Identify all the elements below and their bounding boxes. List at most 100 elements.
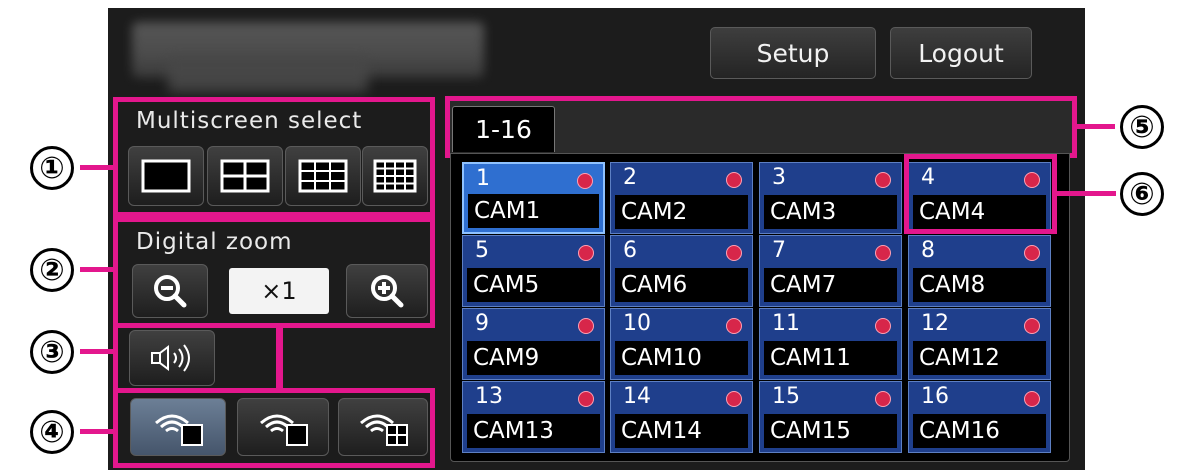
camera-number: 8 [921, 238, 935, 263]
recording-status-icon [577, 173, 593, 189]
recording-status-icon [578, 318, 594, 334]
zoom-in-icon [371, 275, 404, 308]
camera-tile[interactable]: 9 CAM9 [462, 308, 605, 380]
wireless-quad-button[interactable] [338, 398, 428, 456]
camera-tile[interactable]: 6 CAM6 [610, 235, 753, 307]
camera-number: 10 [623, 311, 651, 336]
camera-name: CAM16 [913, 414, 1046, 448]
zoom-level-display: ×1 [229, 268, 329, 314]
wireless-quad-icon [360, 414, 408, 446]
callout-6: ⑥ [1120, 172, 1164, 216]
camera-name: CAM1 [468, 194, 599, 228]
wireless-single-icon [155, 414, 203, 446]
camera-tile[interactable]: 15 CAM15 [759, 381, 902, 453]
recording-status-icon [578, 245, 594, 261]
setup-button[interactable]: Setup [710, 27, 876, 79]
layout-16-button[interactable] [362, 146, 428, 206]
zoom-out-button[interactable] [132, 264, 208, 318]
zoom-in-button[interactable] [346, 264, 428, 318]
callout-5: ⑤ [1120, 105, 1164, 149]
camera-number: 12 [921, 311, 949, 336]
callout-1: ① [30, 146, 74, 190]
camera-number: 2 [623, 165, 637, 190]
recording-status-icon [578, 391, 594, 407]
camera-tile[interactable]: 8 CAM8 [908, 235, 1051, 307]
recording-status-icon [726, 172, 742, 188]
camera-tile[interactable]: 11 CAM11 [759, 308, 902, 380]
callout-2: ② [30, 248, 74, 292]
camera-name: CAM12 [913, 341, 1046, 375]
callout-line [80, 267, 114, 272]
sixteen-screen-icon [373, 159, 417, 193]
camera-tile[interactable]: 3 CAM3 [759, 162, 902, 234]
camera-number: 3 [772, 165, 786, 190]
camera-tile[interactable]: 10 CAM10 [610, 308, 753, 380]
camera-name: CAM15 [764, 414, 897, 448]
camera-tile[interactable]: 2 CAM2 [610, 162, 753, 234]
callout-4: ④ [30, 410, 74, 454]
camera-name: CAM5 [467, 268, 600, 302]
camera-number: 11 [772, 311, 800, 336]
callout-line [1056, 191, 1116, 196]
multiscreen-label: Multiscreen select [136, 108, 363, 134]
camera-name: CAM13 [467, 414, 600, 448]
recording-status-icon [1024, 391, 1040, 407]
digital-zoom-label: Digital zoom [136, 229, 293, 255]
nine-screen-icon [298, 159, 348, 193]
camera-tile[interactable]: 5 CAM5 [462, 235, 605, 307]
tab-1-16[interactable]: 1-16 [452, 106, 555, 152]
camera-name: CAM2 [615, 195, 748, 229]
wireless-single-button[interactable] [130, 398, 226, 456]
callout-3: ③ [30, 330, 74, 374]
recording-status-icon [726, 245, 742, 261]
camera-name: CAM3 [764, 195, 897, 229]
callout-line [80, 349, 114, 354]
camera-name: CAM11 [764, 341, 897, 375]
camera-name: CAM14 [615, 414, 748, 448]
logout-button[interactable]: Logout [890, 27, 1032, 79]
recording-status-icon [1024, 318, 1040, 334]
camera-tile-highlight [904, 154, 1057, 234]
camera-number: 16 [921, 384, 949, 409]
camera-number: 13 [475, 384, 503, 409]
recording-status-icon [875, 391, 891, 407]
camera-tile[interactable]: 1 CAM1 [462, 162, 605, 234]
quad-screen-icon [220, 159, 270, 193]
audio-button[interactable] [129, 330, 215, 386]
camera-number: 15 [772, 384, 800, 409]
recording-status-icon [726, 318, 742, 334]
camera-tile[interactable]: 13 CAM13 [462, 381, 605, 453]
camera-name: CAM6 [615, 268, 748, 302]
camera-number: 5 [475, 238, 489, 263]
camera-name: CAM9 [467, 341, 600, 375]
camera-tile[interactable]: 12 CAM12 [908, 308, 1051, 380]
camera-tile[interactable]: 14 CAM14 [610, 381, 753, 453]
recording-status-icon [875, 245, 891, 261]
blurred-title [168, 58, 368, 92]
wireless-window-icon [260, 414, 308, 446]
camera-tile[interactable]: 7 CAM7 [759, 235, 902, 307]
zoom-out-icon [154, 275, 187, 308]
camera-name: CAM7 [764, 268, 897, 302]
recording-status-icon [726, 391, 742, 407]
camera-number: 14 [623, 384, 651, 409]
camera-tile[interactable]: 16 CAM16 [908, 381, 1051, 453]
recording-status-icon [1024, 245, 1040, 261]
layout-1-button[interactable] [128, 146, 204, 206]
layout-9-button[interactable] [285, 146, 361, 206]
camera-number: 1 [476, 166, 490, 191]
camera-number: 7 [772, 238, 786, 263]
recording-status-icon [875, 172, 891, 188]
callout-line [80, 165, 114, 170]
callout-line [80, 429, 114, 434]
camera-number: 9 [475, 311, 489, 336]
callout-line [276, 326, 281, 390]
camera-name: CAM10 [615, 341, 748, 375]
layout-4-button[interactable] [207, 146, 283, 206]
speaker-icon [151, 344, 190, 372]
recording-status-icon [875, 318, 891, 334]
single-screen-icon [141, 159, 191, 193]
camera-name: CAM8 [913, 268, 1046, 302]
wireless-window-button[interactable] [237, 398, 329, 456]
callout-line [1075, 124, 1115, 129]
